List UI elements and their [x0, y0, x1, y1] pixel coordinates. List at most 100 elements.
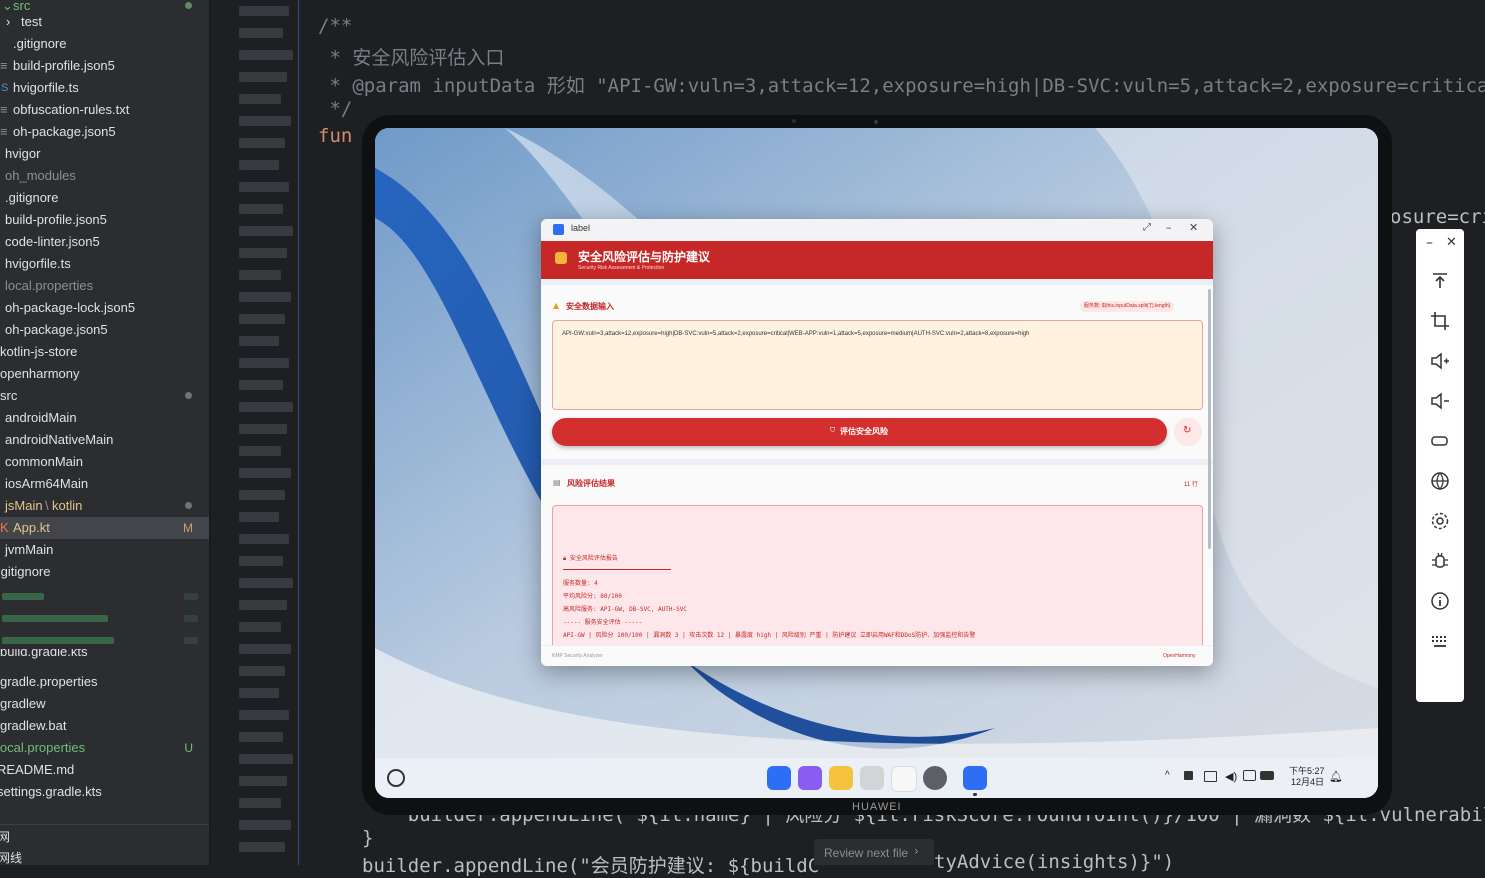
- tree-item-gitignore-2[interactable]: .gitignore: [0, 187, 209, 209]
- modified-dot-icon: [185, 2, 192, 9]
- tree-item-gradlew-bat[interactable]: gradlew.bat: [0, 715, 209, 737]
- tree-item-build-gradle[interactable]: build.gradle.kts: [0, 649, 209, 665]
- pin-top-icon[interactable]: [1430, 271, 1450, 291]
- line-number: [239, 270, 281, 280]
- line-number: [239, 688, 279, 698]
- line-number: [239, 644, 291, 654]
- crop-icon[interactable]: [1430, 311, 1450, 331]
- tree-item-app-kt[interactable]: K App.kt M: [0, 517, 209, 539]
- tree-item-settings-gradle[interactable]: settings.gradle.kts: [0, 781, 209, 803]
- clock-date[interactable]: 12月4日: [1291, 775, 1324, 788]
- more-options-icon[interactable]: [1430, 631, 1450, 651]
- running-app-icon[interactable]: [963, 766, 987, 790]
- tree-item-gradlew[interactable]: gradlew: [0, 693, 209, 715]
- close-icon[interactable]: ✕: [1189, 221, 1198, 234]
- tree-item-hvigorfile[interactable]: Shvigorfile.ts: [0, 77, 209, 99]
- untracked-badge: U: [184, 741, 193, 755]
- close-icon[interactable]: ✕: [1446, 235, 1457, 250]
- window-title: label: [571, 223, 591, 233]
- app-grid-icon[interactable]: [767, 766, 791, 790]
- review-next-file-label: Review next file: [824, 846, 909, 860]
- line-number: [239, 160, 279, 170]
- battery-icon: [1260, 771, 1274, 780]
- tree-item-oh-package[interactable]: ≡ oh-package.json5: [0, 121, 209, 143]
- message-icon[interactable]: [1204, 771, 1217, 782]
- tree-item-build-profile[interactable]: ≡ build-profile.json5: [0, 55, 209, 77]
- tree-item-oh-package-2[interactable]: oh-package.json5: [0, 319, 209, 341]
- tree-item-androidmain[interactable]: androidMain: [0, 407, 209, 429]
- tree-item-oh-package-lock[interactable]: oh-package-lock.json5: [0, 297, 209, 319]
- volume-icon[interactable]: ◀): [1225, 770, 1237, 783]
- minimize-icon[interactable]: –: [1426, 235, 1433, 251]
- report-avg-score: 平均风险分: 80/100: [563, 593, 622, 600]
- input-textarea[interactable]: API-GW:vuln=3,attack=12,exposure=high|DB…: [552, 320, 1203, 410]
- gallery-icon[interactable]: [891, 766, 917, 792]
- tree-item-code-linter[interactable]: code-linter.json5: [0, 231, 209, 253]
- tree-item-gradle-properties[interactable]: gradle.properties: [0, 671, 209, 693]
- line-number: [239, 50, 293, 60]
- window-titlebar[interactable]: label ⤢ – ✕: [541, 219, 1213, 241]
- taskbar: ^ ◀) 下午5:27 12月4日 🔔︎: [375, 758, 1378, 798]
- tree-item-commonmain[interactable]: commonMain: [0, 451, 209, 473]
- review-next-file-button[interactable]: Review next file ›: [814, 839, 934, 865]
- gear-icon[interactable]: [1430, 511, 1450, 531]
- bottom-item-1[interactable]: 网: [0, 826, 209, 848]
- info-icon[interactable]: [1430, 591, 1450, 611]
- line-number: [239, 6, 289, 16]
- bug-icon[interactable]: [1430, 551, 1450, 571]
- line-number: [239, 226, 293, 236]
- tree-item-local-properties[interactable]: local.properties: [0, 275, 209, 297]
- evaluate-button-label: 评估安全风险: [840, 427, 888, 436]
- restore-icon[interactable]: ⤢: [1143, 222, 1151, 233]
- power-key-icon[interactable]: [1430, 431, 1450, 451]
- tree-item-iosarm64main[interactable]: iosArm64Main: [0, 473, 209, 495]
- trash-icon[interactable]: [860, 766, 884, 790]
- tree-item-jsmain[interactable]: jsMain \ kotlin: [0, 495, 209, 517]
- notes-icon[interactable]: [829, 766, 853, 790]
- tree-item-test[interactable]: › test: [0, 11, 209, 33]
- tree-item-obfuscation-rules[interactable]: ≡ obfuscation-rules.txt: [0, 99, 209, 121]
- tree-item-hvigor[interactable]: hvigor: [0, 143, 209, 165]
- footer-left: KMP Security Analyzer: [552, 653, 603, 659]
- settings-icon[interactable]: [923, 766, 947, 790]
- scrollbar[interactable]: [1208, 289, 1211, 549]
- sd-card-icon[interactable]: [1184, 771, 1193, 780]
- bell-icon[interactable]: 🔔︎: [1329, 770, 1343, 783]
- globe-icon[interactable]: [1430, 471, 1450, 491]
- reset-button[interactable]: ↻: [1174, 418, 1202, 446]
- volume-down-icon[interactable]: [1430, 391, 1450, 411]
- tree-item-gitignore[interactable]: .gitignore: [0, 33, 209, 55]
- tree-item-oh-modules[interactable]: oh_modules: [0, 165, 209, 187]
- chevron-right-icon: ›: [6, 14, 11, 29]
- tree-item-hvigorfile-2[interactable]: hvigorfile.ts: [0, 253, 209, 275]
- minimize-icon[interactable]: –: [1166, 221, 1172, 234]
- tree-item-local-properties-2[interactable]: local.properties U: [0, 737, 209, 759]
- tree-item-gitignore-3[interactable]: .gitignore: [0, 561, 209, 583]
- tree-item-kotlin-js-store[interactable]: kotlin-js-store: [0, 341, 209, 363]
- display-icon[interactable]: [1243, 770, 1256, 781]
- tree-item-readme[interactable]: README.md: [0, 759, 209, 781]
- tree-item-openharmony[interactable]: openharmony: [0, 363, 209, 385]
- line-number: [239, 710, 289, 720]
- start-icon[interactable]: [387, 769, 405, 787]
- result-panel[interactable]: 🔒︎ 安全风险评估报告 服务数量: 4 平均风险分: 80/100 高风险服务:…: [552, 505, 1203, 653]
- line-number: [239, 94, 281, 104]
- tree-item-jvmmain[interactable]: jvmMain: [0, 539, 209, 561]
- report-row: API-GW | 风险分 100/100 | 漏洞数 3 | 攻击次数 12 |…: [563, 632, 976, 639]
- evaluate-button[interactable]: ⛉ 评估安全风险: [552, 418, 1167, 446]
- tree-item-src-2[interactable]: src: [0, 385, 209, 407]
- line-number: [239, 248, 287, 258]
- line-number: [239, 754, 293, 764]
- section-divider: [541, 459, 1213, 465]
- multitask-icon[interactable]: [798, 766, 822, 790]
- gutter-guide-line: [298, 0, 299, 865]
- kotlin-file-icon: K: [0, 520, 9, 535]
- tree-item-build-profile-2[interactable]: build-profile.json5: [0, 209, 209, 231]
- chevron-up-icon[interactable]: ^: [1165, 770, 1170, 781]
- divider: [0, 824, 209, 825]
- bottom-item-2[interactable]: 网线: [0, 847, 209, 865]
- status-dot-icon: [185, 392, 192, 399]
- volume-up-icon[interactable]: [1430, 351, 1450, 371]
- project-file-tree: ⌄ src › test .gitignore ≡ build-profile.jso…: [0, 0, 209, 865]
- tree-item-androidnativemain[interactable]: androidNativeMain: [0, 429, 209, 451]
